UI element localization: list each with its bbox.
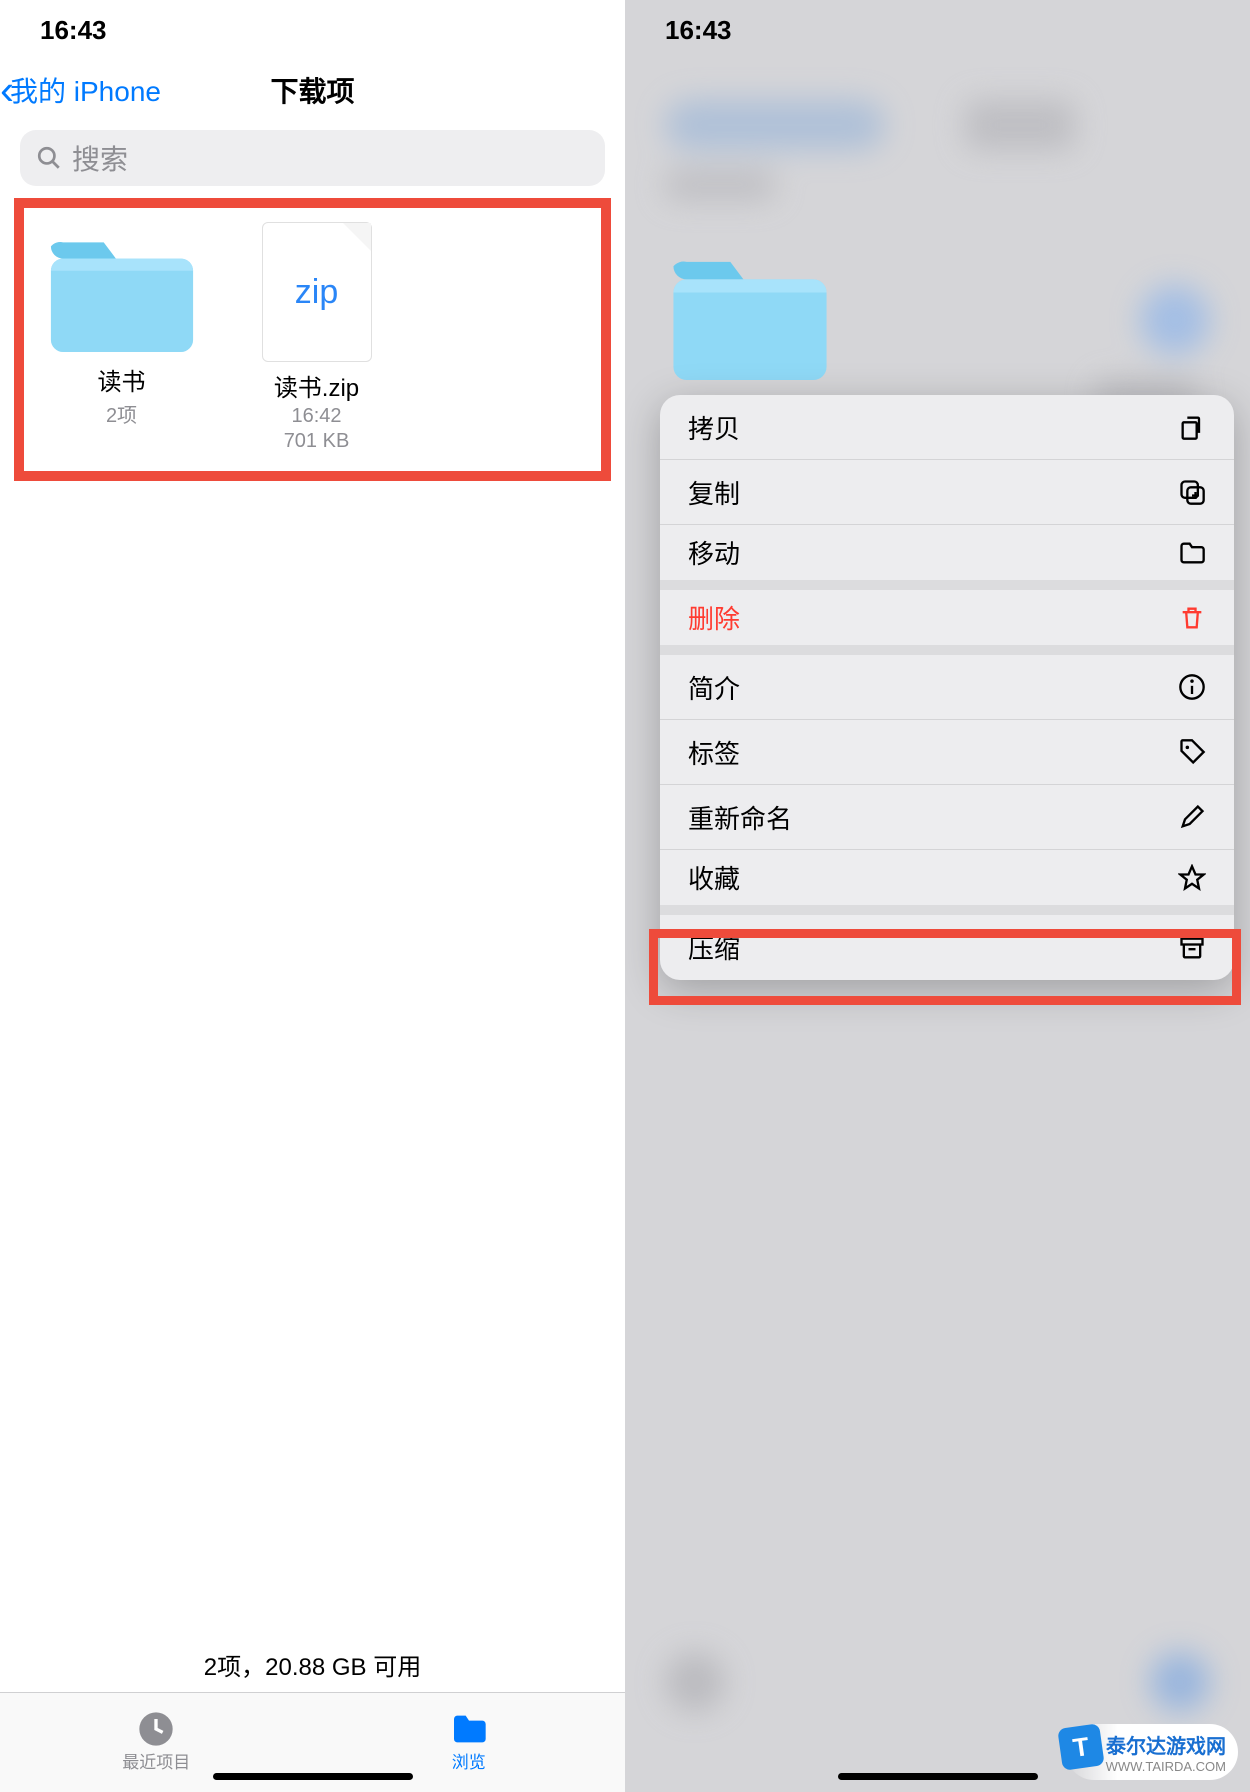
watermark-badge: T [1057,1723,1104,1770]
search-icon [36,145,62,171]
status-time: 16:43 [40,15,107,46]
highlighted-files-area: 读书 2项 zip 读书.zip 16:42 701 KB [14,198,611,481]
status-bar: 16:43 [625,0,1250,60]
back-button[interactable]: ‹ 我的 iPhone [0,66,161,114]
home-indicator[interactable] [838,1773,1038,1780]
pencil-icon [1178,803,1206,831]
clock-icon [136,1712,176,1746]
menu-item-trash[interactable]: 删除 [660,590,1234,655]
watermark: T 泰尔达游戏网 WWW.TAIRDA.COM [1066,1724,1238,1780]
menu-item-tag[interactable]: 标签 [660,720,1234,785]
context-folder-preview [665,240,835,380]
watermark-title: 泰尔达游戏网 [1106,1730,1226,1759]
storage-info: 2项，20.88 GB 可用 [0,1647,625,1682]
zip-file-icon: zip [262,222,372,362]
menu-item-pencil[interactable]: 重新命名 [660,785,1234,850]
zip-badge-text: zip [295,273,338,312]
file-name: 读书.zip [274,368,359,403]
status-bar: 16:43 [0,0,625,60]
context-menu: 拷贝复制移动删除简介标签重新命名收藏压缩 [660,395,1234,980]
left-phone-screen: 16:43 ‹ 我的 iPhone 下载项 搜索 读书 2项 [0,0,625,1792]
tab-label: 浏览 [452,1748,486,1773]
tag-icon [1178,738,1206,766]
tab-label: 最近项目 [122,1748,190,1773]
folder-icon [1178,539,1206,567]
search-placeholder: 搜索 [72,138,128,178]
menu-item-folder[interactable]: 移动 [660,525,1234,590]
file-time: 16:42 [291,405,341,428]
file-meta: 2项 [106,399,137,428]
zip-file-item[interactable]: zip 读书.zip 16:42 701 KB [229,222,404,453]
file-size: 701 KB [284,430,350,453]
menu-item-label: 移动 [688,534,740,571]
status-time: 16:43 [665,15,732,46]
folder-icon [42,222,202,352]
trash-icon [1178,604,1206,632]
menu-item-archive[interactable]: 压缩 [660,915,1234,980]
menu-item-label: 标签 [688,734,740,771]
copy-icon [1178,413,1206,441]
archive-icon [1178,934,1206,962]
menu-item-label: 简介 [688,669,740,706]
menu-item-label: 复制 [688,474,740,511]
menu-item-label: 拷贝 [688,409,740,446]
star-icon [1178,864,1206,892]
menu-item-copy[interactable]: 拷贝 [660,395,1234,460]
menu-item-duplicate[interactable]: 复制 [660,460,1234,525]
nav-bar: ‹ 我的 iPhone 下载项 [0,60,625,120]
menu-item-label: 重新命名 [688,799,792,836]
menu-item-label: 删除 [688,599,740,636]
info-icon [1178,673,1206,701]
right-phone-screen: 16:43 拷贝复制移动删除简介标签重新命名收藏压缩 [625,0,1250,1792]
file-name: 读书 [98,362,146,397]
back-label: 我的 iPhone [10,70,161,110]
menu-item-star[interactable]: 收藏 [660,850,1234,915]
folder-item[interactable]: 读书 2项 [34,222,209,453]
folder-icon [449,1712,489,1746]
menu-item-label: 收藏 [688,859,740,896]
watermark-url: WWW.TAIRDA.COM [1106,1759,1226,1774]
home-indicator[interactable] [213,1773,413,1780]
search-input[interactable]: 搜索 [20,130,605,186]
menu-item-info[interactable]: 简介 [660,655,1234,720]
page-title: 下载项 [270,70,354,110]
menu-item-label: 压缩 [688,929,740,966]
duplicate-icon [1178,478,1206,506]
